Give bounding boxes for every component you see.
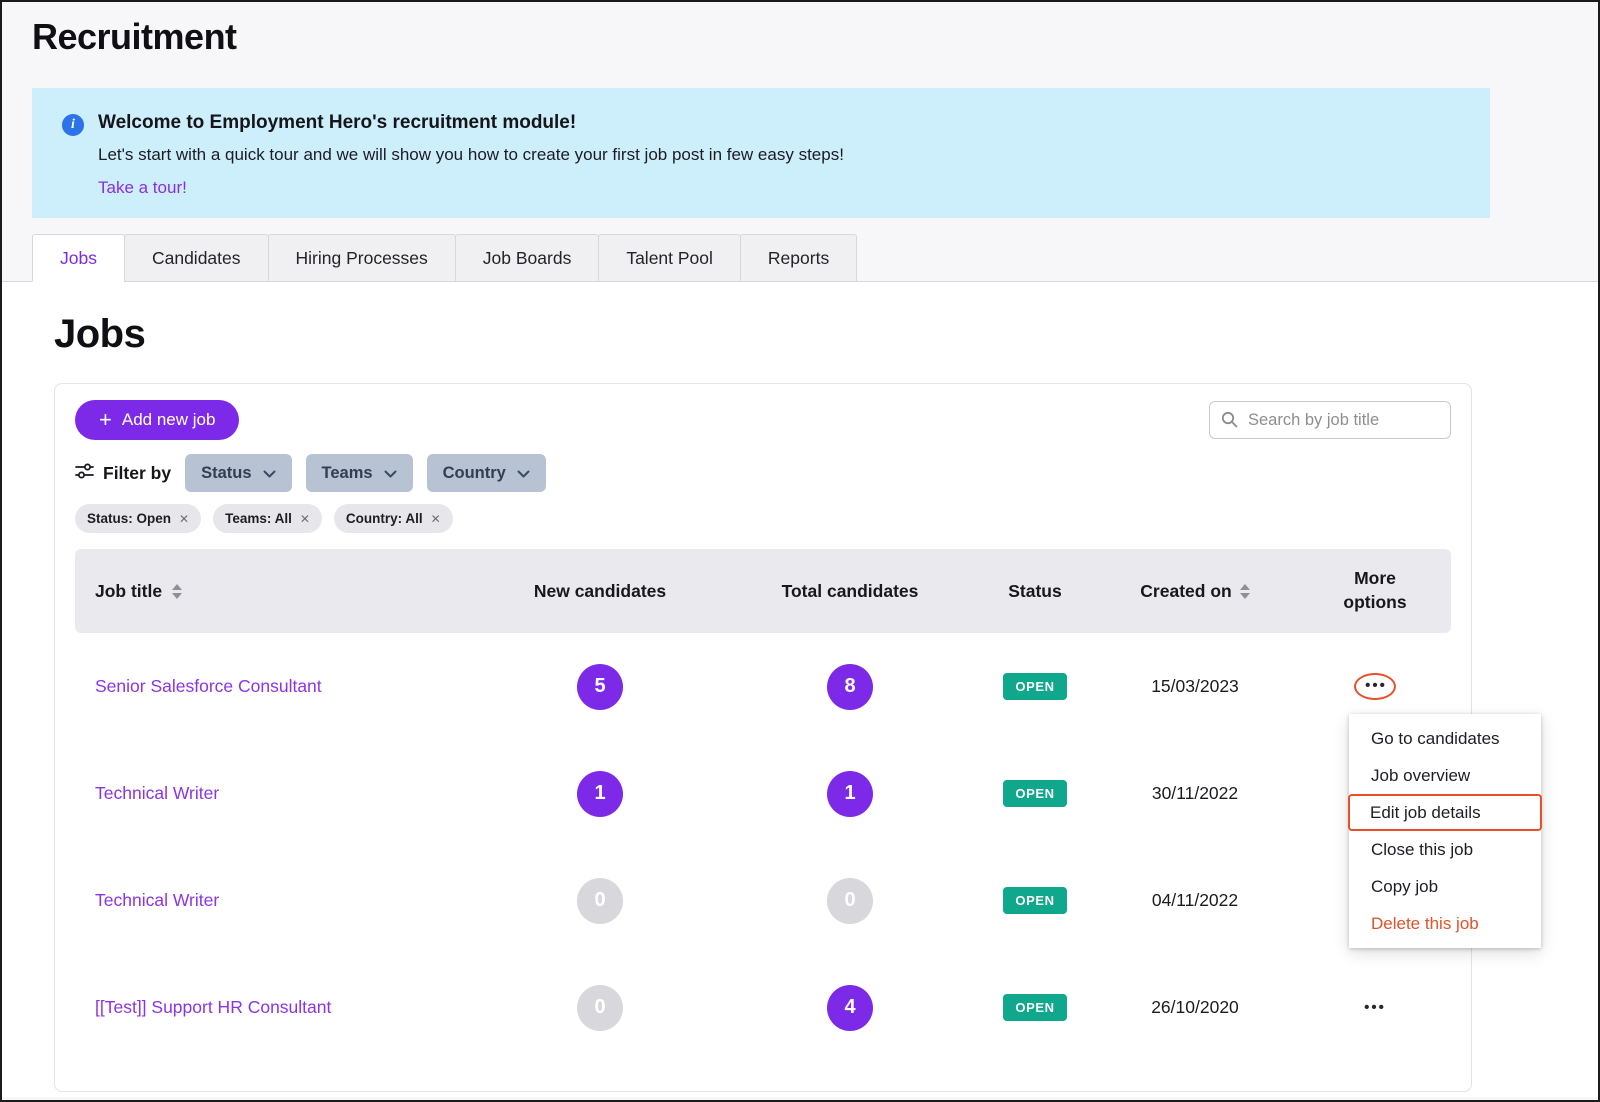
close-icon[interactable]: ✕: [179, 512, 189, 526]
total-candidates-count: 8: [827, 664, 873, 710]
jobs-table: Job title New candidates Total candidate…: [75, 549, 1451, 1061]
jobs-panel: Jobs + Add new job: [2, 281, 1598, 1097]
header-job-title[interactable]: Job title: [75, 581, 475, 602]
card-toolbar: + Add new job: [75, 400, 1451, 440]
header-created-on[interactable]: Created on: [1095, 581, 1295, 602]
header-more-options: More options: [1295, 567, 1455, 614]
plus-icon: +: [99, 409, 112, 431]
table-row: Technical Writer 0 0 OPEN 04/11/2022 •••: [75, 847, 1451, 954]
chip-status-open[interactable]: Status: Open ✕: [75, 504, 201, 533]
table-header: Job title New candidates Total candidate…: [75, 549, 1451, 633]
header-total-candidates: Total candidates: [725, 581, 975, 602]
banner-text: Welcome to Employment Hero's recruitment…: [98, 112, 844, 194]
chip-country-all[interactable]: Country: All ✕: [334, 504, 453, 533]
more-options-button[interactable]: •••: [1354, 673, 1396, 700]
welcome-banner: i Welcome to Employment Hero's recruitme…: [32, 88, 1490, 218]
take-a-tour-link[interactable]: Take a tour!: [98, 178, 187, 198]
status-badge: OPEN: [1003, 994, 1066, 1021]
created-on-date: 26/10/2020: [1095, 997, 1295, 1018]
chevron-down-icon: [384, 464, 397, 483]
teams-filter-dropdown[interactable]: Teams: [306, 454, 413, 492]
chip-teams-all[interactable]: Teams: All ✕: [213, 504, 322, 533]
banner-title: Welcome to Employment Hero's recruitment…: [98, 112, 844, 134]
close-icon[interactable]: ✕: [300, 512, 310, 526]
new-candidates-count: 0: [577, 878, 623, 924]
jobs-card: + Add new job Filter by: [54, 383, 1472, 1092]
status-filter-dropdown[interactable]: Status: [185, 454, 291, 492]
new-candidates-count: 5: [577, 664, 623, 710]
country-filter-dropdown[interactable]: Country: [427, 454, 546, 492]
menu-item-edit-job-details[interactable]: Edit job details: [1348, 794, 1542, 831]
created-on-date: 15/03/2023: [1095, 676, 1295, 697]
add-new-job-button[interactable]: + Add new job: [75, 400, 239, 440]
page-title: Recruitment: [32, 16, 1598, 58]
table-row: Technical Writer 1 1 OPEN 30/11/2022 •••: [75, 740, 1451, 847]
tab-reports[interactable]: Reports: [740, 234, 857, 282]
filter-by-label: Filter by: [75, 463, 171, 484]
chevron-down-icon: [263, 464, 276, 483]
close-icon[interactable]: ✕: [431, 512, 441, 526]
search-icon: [1221, 411, 1238, 433]
row-context-menu: Go to candidates Job overview Edit job d…: [1349, 714, 1541, 948]
search-box: [1209, 401, 1451, 439]
filter-row: Filter by Status Teams Country: [75, 454, 1451, 492]
job-title-link[interactable]: Senior Salesforce Consultant: [95, 676, 322, 696]
banner-message: Let's start with a quick tour and we wil…: [98, 145, 844, 165]
status-badge: OPEN: [1003, 673, 1066, 700]
menu-item-job-overview[interactable]: Job overview: [1349, 757, 1541, 794]
more-options-button[interactable]: •••: [1364, 999, 1386, 1016]
created-on-date: 30/11/2022: [1095, 783, 1295, 804]
menu-item-delete-this-job[interactable]: Delete this job: [1349, 905, 1541, 942]
status-badge: OPEN: [1003, 887, 1066, 914]
tab-jobs[interactable]: Jobs: [32, 234, 125, 282]
created-on-date: 04/11/2022: [1095, 890, 1295, 911]
total-candidates-count: 4: [827, 985, 873, 1031]
app-window: Recruitment i Welcome to Employment Hero…: [0, 0, 1600, 1102]
menu-item-go-to-candidates[interactable]: Go to candidates: [1349, 720, 1541, 757]
header-status: Status: [975, 581, 1095, 602]
menu-item-copy-job[interactable]: Copy job: [1349, 868, 1541, 905]
sort-icon: [172, 584, 182, 599]
total-candidates-count: 0: [827, 878, 873, 924]
sort-icon: [1240, 584, 1250, 599]
add-new-job-label: Add new job: [122, 410, 216, 430]
tab-job-boards[interactable]: Job Boards: [455, 234, 600, 282]
active-filter-chips: Status: Open ✕ Teams: All ✕ Country: All…: [75, 504, 1451, 533]
tab-hiring-processes[interactable]: Hiring Processes: [268, 234, 456, 282]
new-candidates-count: 0: [577, 985, 623, 1031]
total-candidates-count: 1: [827, 771, 873, 817]
sliders-icon: [75, 463, 94, 484]
tabstrip: Jobs Candidates Hiring Processes Job Boa…: [32, 234, 1598, 282]
job-title-link[interactable]: Technical Writer: [95, 783, 219, 803]
job-title-link[interactable]: Technical Writer: [95, 890, 219, 910]
search-input[interactable]: [1209, 401, 1451, 439]
table-row: Senior Salesforce Consultant 5 8 OPEN 15…: [75, 633, 1451, 740]
table-row: [[Test]] Support HR Consultant 0 4 OPEN …: [75, 954, 1451, 1061]
jobs-heading: Jobs: [54, 312, 1598, 357]
menu-item-close-this-job[interactable]: Close this job: [1349, 831, 1541, 868]
tab-talent-pool[interactable]: Talent Pool: [598, 234, 741, 282]
status-badge: OPEN: [1003, 780, 1066, 807]
header-new-candidates: New candidates: [475, 581, 725, 602]
job-title-link[interactable]: [[Test]] Support HR Consultant: [95, 997, 331, 1017]
tab-candidates[interactable]: Candidates: [124, 234, 269, 282]
info-icon: i: [62, 114, 84, 136]
new-candidates-count: 1: [577, 771, 623, 817]
chevron-down-icon: [517, 464, 530, 483]
